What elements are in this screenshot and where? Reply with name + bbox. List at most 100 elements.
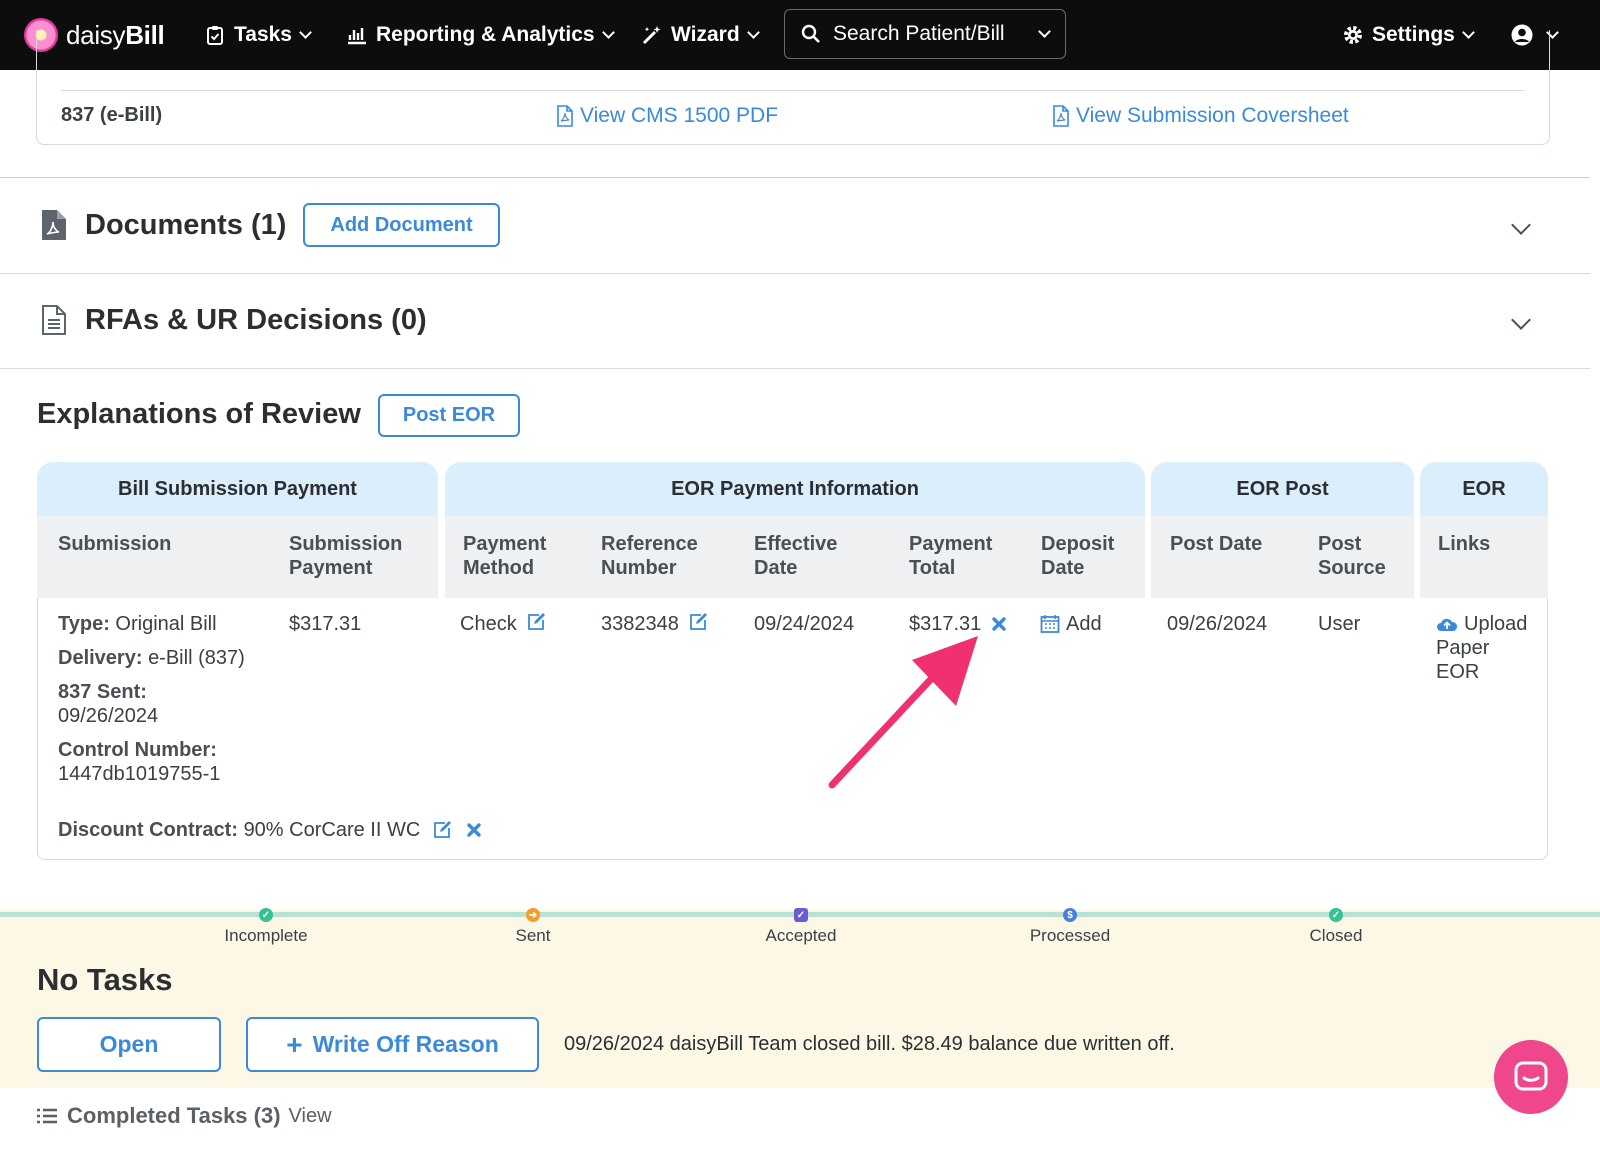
group-eor-payment-info: EOR Payment Information — [445, 462, 1145, 516]
col-reference-number-line2: Number — [601, 557, 677, 579]
submission-sent: 837 Sent: 09/26/2024 — [58, 680, 158, 728]
col-effective-date-line2: Date — [754, 557, 798, 579]
documents-title: Documents (1) — [85, 208, 287, 241]
rfas-title: RFAs & UR Decisions (0) — [85, 303, 427, 336]
delivery-value: e-Bill (837) — [148, 647, 245, 669]
group-eor-post: EOR Post — [1151, 462, 1414, 516]
step-label: Sent — [515, 926, 551, 945]
add-document-button[interactable]: Add Document — [303, 203, 500, 247]
completed-tasks-view-link[interactable]: View — [289, 1105, 332, 1128]
check-circle-icon: ✓ — [259, 908, 273, 922]
check-circle-icon: ✓ — [1329, 908, 1343, 922]
row-divider — [61, 90, 1525, 91]
pdf-document-icon — [42, 210, 66, 240]
col-submission: Submission — [58, 533, 172, 555]
delivery-label: Delivery: — [58, 647, 143, 669]
remove-x-icon[interactable] — [991, 616, 1007, 632]
sent-label: 837 Sent: — [58, 681, 147, 703]
tasks-heading: No Tasks — [37, 962, 173, 997]
edit-icon[interactable] — [526, 612, 546, 632]
col-submission-payment-line2: Payment — [289, 557, 373, 579]
post-eor-button[interactable]: Post EOR — [378, 394, 520, 437]
post-date-value: 09/26/2024 — [1167, 613, 1268, 635]
col-post-date: Post Date — [1170, 533, 1263, 555]
column-header-row — [1420, 516, 1548, 598]
discount-value: 90% CorCare II WC — [243, 819, 421, 841]
arrow-circle-icon: ➜ — [526, 908, 540, 922]
chevron-down-icon[interactable] — [1511, 215, 1531, 235]
remove-x-icon[interactable] — [466, 822, 482, 838]
write-off-label: Write Off Reason — [312, 1031, 499, 1057]
calendar-icon — [1040, 615, 1060, 633]
col-effective-date-line1: Effective — [754, 533, 838, 555]
upload-link-line3: EOR — [1436, 661, 1480, 683]
activity-message: 09/26/2024 daisyBill Team closed bill. $… — [564, 1033, 1175, 1055]
upload-paper-eor-link[interactable]: Upload Paper EOR — [1436, 612, 1527, 684]
edit-icon[interactable] — [688, 612, 708, 632]
col-payment-method-line2: Method — [463, 557, 535, 579]
documents-header[interactable]: Documents (1) — [41, 203, 286, 247]
view-coversheet-link[interactable]: View Submission Coversheet — [1052, 104, 1349, 128]
control-label: Control Number: — [58, 739, 217, 761]
col-post-source-line1: Post — [1318, 533, 1362, 555]
type-value: Original Bill — [115, 613, 217, 635]
payment-total-value: $317.31 — [909, 613, 982, 635]
dollar-circle-icon: $ — [1063, 908, 1077, 922]
upload-link-line1: Upload — [1464, 613, 1528, 635]
col-payment-total-line1: Payment — [909, 533, 993, 555]
chevron-down-icon[interactable] — [1511, 310, 1531, 330]
step-label: Incomplete — [224, 926, 308, 945]
col-post-source-line2: Source — [1318, 557, 1386, 579]
submission-delivery: Delivery: e-Bill (837) — [58, 646, 245, 670]
reference-number-cell: 3382348 — [601, 612, 708, 636]
col-deposit-date-line2: Date — [1041, 557, 1085, 579]
submission-control-number: Control Number: 1447db1019755-1 — [58, 738, 220, 786]
chat-icon — [1514, 1061, 1548, 1091]
section-divider — [0, 177, 1590, 178]
pdf-file-icon — [1053, 105, 1069, 127]
col-reference-number-line1: Reference — [601, 533, 698, 555]
view-cms1500-link[interactable]: View CMS 1500 PDF — [556, 104, 778, 128]
post-source-value: User — [1318, 613, 1361, 635]
submission-type: Type: Original Bill — [58, 612, 217, 636]
submission-type-label: 837 (e-Bill) — [61, 104, 163, 126]
pdf-file-icon — [557, 105, 573, 127]
control-value: 1447db1019755-1 — [58, 763, 221, 785]
edit-icon[interactable] — [432, 820, 452, 840]
eor-section-title: Explanations of Review — [37, 398, 361, 430]
col-post-source: Post Source — [1318, 532, 1386, 580]
open-button[interactable]: Open — [37, 1017, 221, 1072]
col-deposit-date-line1: Deposit — [1041, 533, 1115, 555]
col-payment-total-line2: Total — [909, 557, 956, 579]
view-coversheet-label: View Submission Coversheet — [1076, 104, 1349, 127]
sent-value: 09/26/2024 — [58, 705, 159, 727]
status-step-accepted: ✓ Accepted — [755, 908, 847, 946]
payment-method-value: Check — [460, 613, 517, 635]
discount-label: Discount Contract: — [58, 819, 238, 841]
step-label: Processed — [1029, 926, 1111, 945]
status-step-sent: ➜ Sent — [500, 908, 566, 946]
rfas-header[interactable]: RFAs & UR Decisions (0) — [41, 298, 427, 342]
completed-tasks[interactable]: Completed Tasks (3) View — [37, 1103, 332, 1129]
cloud-upload-icon — [1437, 618, 1458, 631]
checkbox-icon: ✓ — [794, 908, 808, 922]
list-icon — [37, 1108, 57, 1124]
col-deposit-date: Deposit Date — [1041, 532, 1114, 580]
group-eor-links: EOR — [1420, 462, 1548, 516]
view-cms1500-label: View CMS 1500 PDF — [580, 104, 779, 127]
col-payment-total: Payment Total — [909, 532, 992, 580]
plus-icon: + — [286, 1028, 303, 1060]
group-bill-submission-payment: Bill Submission Payment — [37, 462, 438, 516]
payment-method-cell: Check — [460, 612, 546, 636]
deposit-date-add[interactable]: Add — [1040, 612, 1102, 636]
step-label: Accepted — [765, 926, 837, 945]
col-payment-method: Payment Method — [463, 532, 546, 580]
col-payment-method-line1: Payment — [463, 533, 547, 555]
chat-launcher-button[interactable] — [1494, 1040, 1568, 1114]
completed-tasks-label: Completed Tasks (3) — [67, 1103, 281, 1128]
col-reference-number: Reference Number — [601, 532, 698, 580]
col-effective-date: Effective Date — [754, 532, 837, 580]
write-off-reason-button[interactable]: + Write Off Reason — [246, 1017, 539, 1072]
deposit-add-label: Add — [1066, 613, 1102, 635]
status-step-incomplete: ✓ Incomplete — [218, 908, 314, 946]
